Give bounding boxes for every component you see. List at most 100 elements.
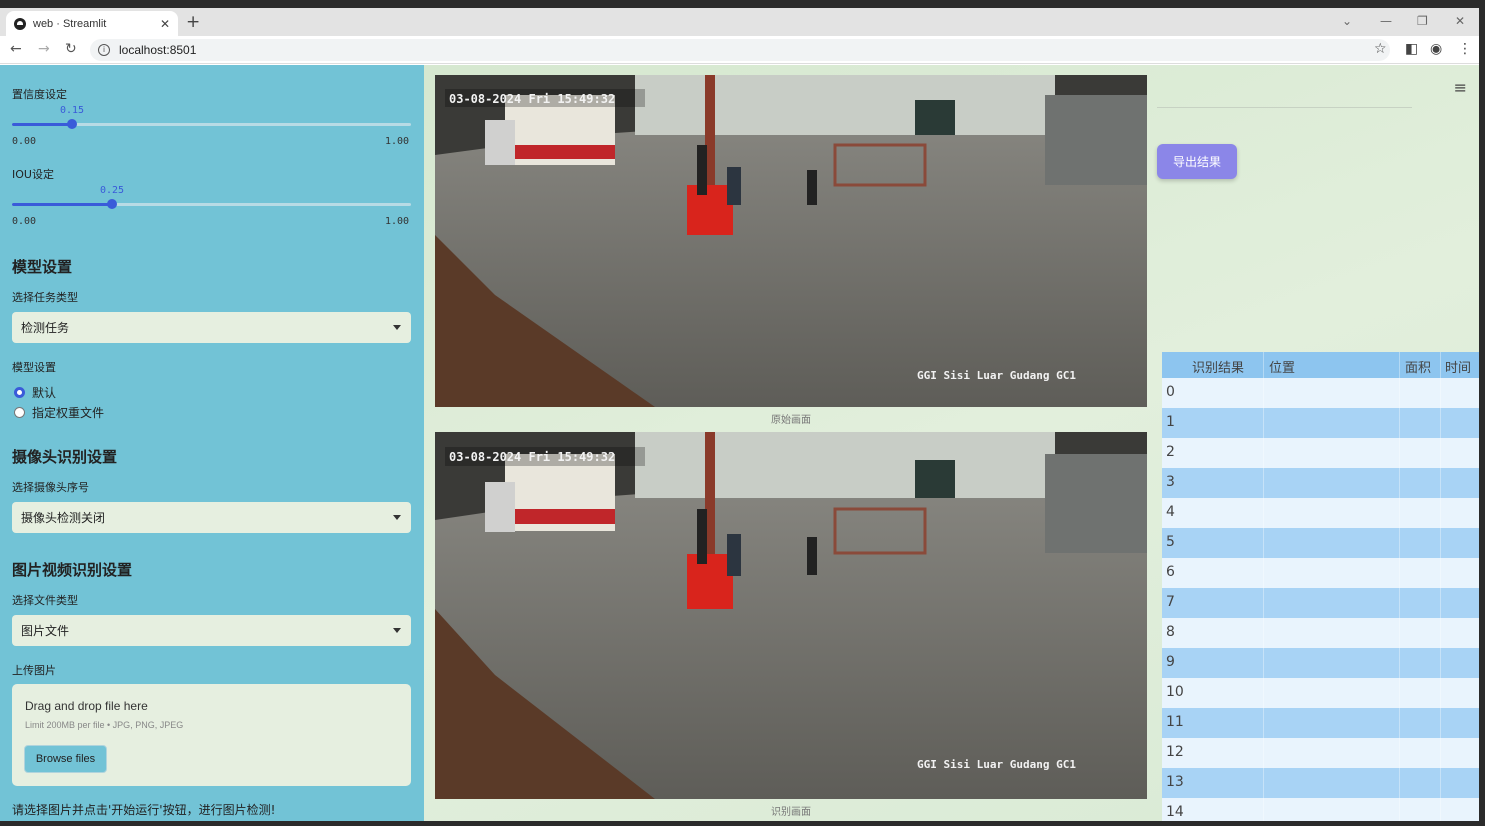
iou-value: 0.25 [100, 185, 125, 196]
minimize-icon[interactable]: — [1380, 14, 1392, 28]
chevron-down-icon [393, 325, 401, 330]
header-result[interactable]: 识别结果 [1192, 357, 1244, 376]
divider [1157, 107, 1412, 108]
table-row[interactable]: 0 [1162, 378, 1479, 408]
url-field[interactable]: i localhost:8501 [90, 39, 1390, 61]
tab-search-icon[interactable]: ⌄ [1342, 14, 1352, 28]
streamlit-favicon-icon [14, 17, 26, 30]
table-row[interactable]: 5 [1162, 528, 1479, 558]
table-row[interactable]: 8 [1162, 618, 1479, 648]
row-index: 7 [1166, 594, 1175, 610]
radio-custom-weights[interactable]: 指定权重文件 [14, 404, 104, 421]
radio-selected-icon [14, 387, 25, 398]
table-row[interactable]: 11 [1162, 708, 1479, 738]
file-type-value: 图片文件 [21, 624, 70, 638]
result-image: 03-08-2024 Fri 15:49:32 GGI Sisi Luar Gu… [435, 432, 1147, 799]
camera-value: 摄像头检测关闭 [21, 511, 106, 525]
result-caption: 识别画面 [771, 807, 811, 818]
column-divider [1440, 352, 1441, 821]
row-index: 13 [1166, 774, 1184, 790]
result-overlay-camera: GGI Sisi Luar Gudang GC1 [917, 758, 1076, 771]
iou-slider[interactable] [12, 199, 411, 209]
confidence-slider-thumb[interactable] [67, 119, 77, 129]
main-content: ≡ 03-08-2024 Fri 15:49:32 GGI Sisi Luar … [424, 65, 1479, 821]
radio-default-label: 默认 [32, 386, 57, 400]
confidence-min: 0.00 [12, 136, 37, 147]
row-index: 14 [1166, 804, 1184, 820]
forward-icon[interactable]: → [38, 41, 50, 57]
header-time[interactable]: 时间 [1445, 357, 1471, 376]
table-row[interactable]: 4 [1162, 498, 1479, 528]
row-index: 5 [1166, 534, 1175, 550]
radio-default[interactable]: 默认 [14, 384, 56, 401]
browser-menu-icon[interactable]: ⋮ [1458, 41, 1472, 57]
tab-bar: web · Streamlit ✕ + ⌄ — ❐ ✕ [0, 8, 1479, 36]
row-index: 4 [1166, 504, 1175, 520]
original-overlay-timestamp: 03-08-2024 Fri 15:49:32 [449, 92, 615, 106]
original-caption: 原始画面 [771, 415, 811, 426]
close-window-icon[interactable]: ✕ [1455, 14, 1465, 28]
results-table[interactable]: 识别结果 位置 面积 时间 0 1 2 3 4 5 6 7 8 9 10 11 12 13 14 [1162, 352, 1479, 821]
header-area[interactable]: 面积 [1405, 357, 1431, 376]
url-text: localhost:8501 [119, 43, 197, 57]
table-row[interactable]: 7 [1162, 588, 1479, 618]
file-type-select[interactable]: 图片文件 [12, 615, 411, 646]
header-position[interactable]: 位置 [1269, 357, 1295, 376]
browser-tab[interactable]: web · Streamlit ✕ [6, 11, 178, 36]
table-row[interactable]: 6 [1162, 558, 1479, 588]
table-row[interactable]: 14 [1162, 798, 1479, 821]
row-index: 3 [1166, 474, 1175, 490]
confidence-max: 1.00 [385, 136, 410, 147]
hint-text: 请选择图片并点击'开始运行'按钮，进行图片检测! [12, 803, 276, 817]
dropzone-limit: Limit 200MB per file • JPG, PNG, JPEG [25, 720, 184, 730]
row-index: 10 [1166, 684, 1184, 700]
warehouse-scene-result: 03-08-2024 Fri 15:49:32 GGI Sisi Luar Gu… [435, 432, 1147, 799]
browse-files-button[interactable]: Browse files [24, 745, 107, 773]
table-row[interactable]: 1 [1162, 408, 1479, 438]
file-type-label: 选择文件类型 [12, 594, 78, 607]
radio-custom-weights-label: 指定权重文件 [32, 406, 105, 420]
task-type-select[interactable]: 检测任务 [12, 312, 411, 343]
confidence-slider-fill [12, 123, 72, 126]
table-row[interactable]: 12 [1162, 738, 1479, 768]
camera-select[interactable]: 摄像头检测关闭 [12, 502, 411, 533]
warehouse-scene-original: 03-08-2024 Fri 15:49:32 GGI Sisi Luar Gu… [435, 75, 1147, 407]
reload-icon[interactable]: ↻ [65, 41, 77, 57]
table-row[interactable]: 9 [1162, 648, 1479, 678]
iou-max: 1.00 [385, 216, 410, 227]
task-type-label: 选择任务类型 [12, 291, 78, 304]
column-divider [1399, 352, 1400, 821]
upload-label: 上传图片 [12, 664, 56, 677]
close-tab-icon[interactable]: ✕ [160, 17, 170, 31]
table-row[interactable]: 13 [1162, 768, 1479, 798]
file-dropzone[interactable]: Drag and drop file here Limit 200MB per … [12, 684, 411, 786]
confidence-slider[interactable] [12, 119, 411, 129]
column-divider [1263, 352, 1264, 821]
profile-avatar-icon[interactable]: ◉ [1430, 41, 1442, 57]
restore-icon[interactable]: ❐ [1417, 14, 1428, 28]
table-row[interactable]: 3 [1162, 468, 1479, 498]
hamburger-menu-icon[interactable]: ≡ [1454, 78, 1467, 97]
original-overlay-camera: GGI Sisi Luar Gudang GC1 [917, 369, 1076, 382]
camera-label: 选择摄像头序号 [12, 481, 89, 494]
side-panel-icon[interactable]: ◧ [1405, 41, 1418, 57]
iou-label: IOU设定 [12, 168, 54, 181]
row-index: 8 [1166, 624, 1175, 640]
row-index: 6 [1166, 564, 1175, 580]
row-index: 11 [1166, 714, 1184, 730]
new-tab-icon[interactable]: + [186, 12, 200, 32]
address-bar: ← → ↻ i localhost:8501 ☆ ◧ ◉ ⋮ [0, 36, 1479, 64]
chevron-down-icon [393, 628, 401, 633]
row-index: 9 [1166, 654, 1175, 670]
table-row[interactable]: 10 [1162, 678, 1479, 708]
confidence-value: 0.15 [60, 105, 85, 116]
site-info-icon[interactable]: i [98, 44, 110, 56]
table-body: 0 1 2 3 4 5 6 7 8 9 10 11 12 13 14 [1162, 378, 1479, 821]
export-results-button[interactable]: 导出结果 [1157, 144, 1237, 179]
back-icon[interactable]: ← [10, 41, 22, 57]
bookmark-star-icon[interactable]: ☆ [1374, 41, 1387, 57]
sidebar: 置信度设定 0.15 0.00 1.00 IOU设定 0.25 0.00 1.0… [0, 65, 424, 821]
result-overlay-timestamp: 03-08-2024 Fri 15:49:32 [449, 450, 615, 464]
table-row[interactable]: 2 [1162, 438, 1479, 468]
iou-slider-thumb[interactable] [107, 199, 117, 209]
